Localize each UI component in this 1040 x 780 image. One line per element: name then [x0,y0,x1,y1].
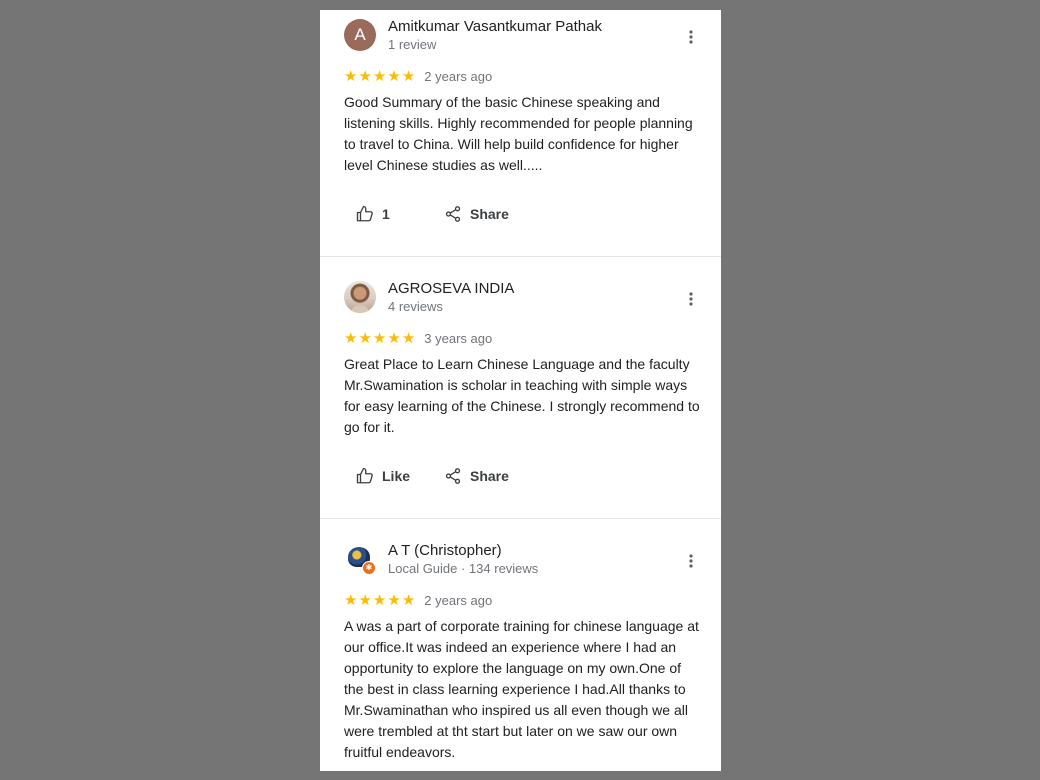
review-header: AGROSEVA INDIA 4 reviews [344,280,514,314]
star-icon: ★ [372,330,388,347]
star-icon: ★ [387,330,402,347]
review-text: A was a part of corporate training for c… [344,618,699,760]
reviewer-info: Amitkumar Vasantkumar Pathak 1 review [388,18,602,53]
star-icon: ★ [401,68,417,85]
star-icon: ★ [372,592,388,609]
review-age: 2 years ago [424,69,493,84]
more-options-icon[interactable] [683,551,699,571]
star-icon: ★ [372,68,388,85]
star-icon: ★ [358,330,373,347]
avatar[interactable] [344,281,376,313]
rating-row: ★★★★★ 2 years ago [344,68,492,86]
review-age: 3 years ago [424,331,493,346]
reviewer-name[interactable]: A T (Christopher) [388,542,538,560]
share-icon [445,468,461,484]
more-options-icon[interactable] [683,27,699,47]
star-icon: ★ [344,68,359,85]
reviewer-name[interactable]: Amitkumar Vasantkumar Pathak [388,18,602,36]
review-age: 2 years ago [424,593,493,608]
reviewer-info: AGROSEVA INDIA 4 reviews [388,280,514,315]
local-guide-badge-icon: ✱ [362,561,376,575]
star-icon: ★ [387,68,402,85]
star-rating: ★★★★★ [344,592,416,610]
thumbs-up-icon [356,467,373,484]
more-options-icon[interactable] [683,289,699,309]
reviews-panel: A Amitkumar Vasantkumar Pathak 1 review … [320,10,721,771]
share-icon [445,206,461,222]
rating-row: ★★★★★ 2 years ago [344,592,492,610]
share-label: Share [470,206,509,222]
review-header: A Amitkumar Vasantkumar Pathak 1 review [344,18,602,52]
review-header: ✱ A T (Christopher) Local Guide · 134 re… [344,542,538,576]
reviewer-meta: 4 reviews [388,298,443,314]
reviewer-meta: 1 review [388,36,437,52]
rating-row: ★★★★★ 3 years ago [344,330,492,348]
share-button[interactable]: Share [444,464,509,488]
star-icon: ★ [344,330,359,347]
avatar[interactable]: A [344,19,376,51]
avatar[interactable]: ✱ [344,543,376,575]
person-photo-icon [350,305,370,313]
like-label: Like [382,468,411,484]
review-card: A Amitkumar Vasantkumar Pathak 1 review … [320,10,721,257]
star-icon: ★ [344,592,359,609]
review-card: ✱ A T (Christopher) Local Guide · 134 re… [320,519,721,771]
star-rating: ★★★★★ [344,68,416,86]
star-rating: ★★★★★ [344,330,416,348]
star-icon: ★ [387,592,402,609]
share-button[interactable]: Share [444,202,509,226]
review-text: Great Place to Learn Chinese Language an… [344,356,700,435]
avatar-letter: A [354,25,366,44]
star-icon: ★ [358,68,373,85]
reviewer-info: A T (Christopher) Local Guide · 134 revi… [388,542,538,577]
star-icon: ★ [358,592,373,609]
reviewer-meta: Local Guide · 134 reviews [388,560,539,576]
like-count: 1 [382,206,390,222]
thumbs-up-icon [356,205,373,222]
review-actions: Like Share [356,464,509,488]
review-actions: 1 Share [356,202,509,226]
review-card: AGROSEVA INDIA 4 reviews ★★★★★ 3 years a… [320,257,721,519]
reviewer-name[interactable]: AGROSEVA INDIA [388,280,514,298]
like-button[interactable]: 1 [356,202,444,226]
star-icon: ★ [401,592,417,609]
share-label: Share [470,468,509,484]
review-text: Good Summary of the basic Chinese speaki… [344,94,693,173]
star-icon: ★ [401,330,417,347]
like-button[interactable]: Like [356,464,444,488]
